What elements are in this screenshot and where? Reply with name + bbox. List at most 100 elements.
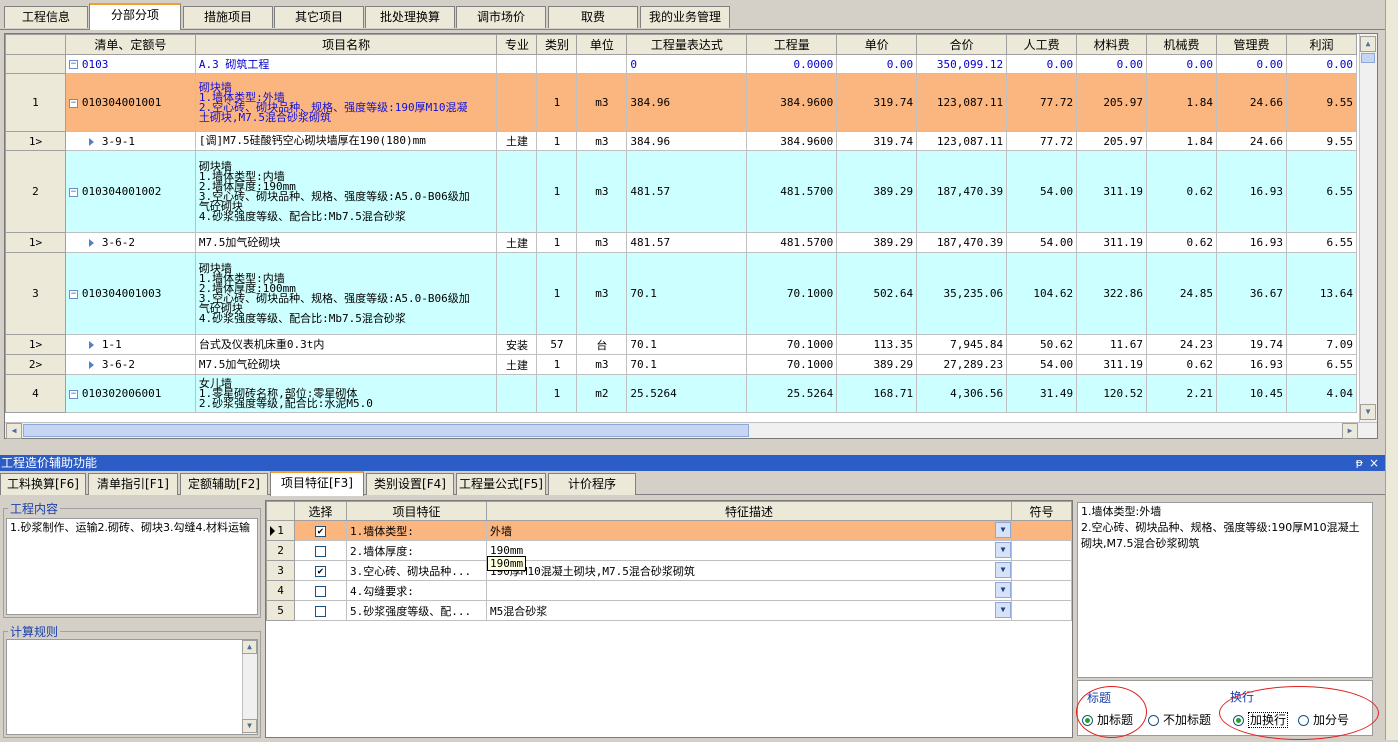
row-expr[interactable]: 0 xyxy=(626,54,748,74)
row-category[interactable]: 1 xyxy=(536,131,578,151)
table-row[interactable]: 1> 1-1 台式及仪表机床重0.3t内 安装 57 台 70.1 70.1000 113.35… xyxy=(5,334,1357,355)
feature-name-cell[interactable]: 5.砂浆强度等级、配... xyxy=(346,600,487,621)
row-expr[interactable]: 70.1 xyxy=(626,334,748,355)
col-header-major[interactable]: 专业 xyxy=(496,34,538,55)
feature-row-header[interactable]: 1 xyxy=(266,520,295,541)
unchecked-checkbox[interactable] xyxy=(315,545,326,557)
row-machine[interactable]: 24.85 xyxy=(1146,252,1218,335)
row-name[interactable]: 砌块墙 1.墙体类型:内墙 2.墙体厚度:190mm 3.空心砖、砌块品种、规格… xyxy=(194,150,498,233)
feature-description-cell[interactable]: 190mm ▼ xyxy=(486,540,1012,561)
table-row[interactable]: 4−010302006001 女儿墙 1.零星砌砖名称,部位:零星砌体 2.砂浆强… xyxy=(5,374,1357,413)
row-unit[interactable]: m2 xyxy=(576,374,628,413)
row-header[interactable] xyxy=(5,54,66,74)
row-material[interactable]: 311.19 xyxy=(1076,232,1148,253)
row-name[interactable]: 女儿墙 1.零星砌砖名称,部位:零星砌体 2.砂浆强度等级,配合比:水泥M5.0 xyxy=(194,374,498,413)
tab-pricing-procedure[interactable]: 计价程序 xyxy=(548,473,636,495)
add-newline-radio[interactable]: 加换行 xyxy=(1233,711,1289,728)
feature-row-header[interactable]: 2 xyxy=(266,540,295,561)
vertical-scrollbar[interactable]: ▲ ▼ xyxy=(1359,34,1377,424)
row-material[interactable]: 311.19 xyxy=(1076,150,1148,233)
scroll-down-icon[interactable]: ▼ xyxy=(1360,404,1376,420)
row-profit[interactable]: 9.55 xyxy=(1285,131,1357,151)
row-mgmt[interactable]: 10.45 xyxy=(1216,374,1287,413)
col-header-material[interactable]: 材料费 xyxy=(1076,34,1148,55)
scroll-left-icon[interactable]: ◀ xyxy=(6,423,22,439)
calc-rule-scroll-up-icon[interactable]: ▲ xyxy=(242,640,257,654)
row-name[interactable]: 砌块墙 1.墙体类型:外墙 2.空心砖、砌块品种、规格、强度等级:190厚M10… xyxy=(194,73,498,132)
row-code[interactable]: 3-9-1 xyxy=(64,131,196,151)
row-labor[interactable]: 31.49 xyxy=(1006,374,1078,413)
dropdown-arrow-icon[interactable]: ▼ xyxy=(995,582,1011,598)
col-header-quantity[interactable]: 工程量 xyxy=(746,34,838,55)
row-machine[interactable]: 2.21 xyxy=(1146,374,1218,413)
tab-batch-conversion[interactable]: 批处理换算 xyxy=(365,6,455,28)
feature-symbol-cell[interactable] xyxy=(1011,580,1072,601)
row-machine[interactable]: 1.84 xyxy=(1146,73,1218,132)
row-total[interactable]: 7,945.84 xyxy=(916,334,1008,355)
feature-description-cell[interactable]: 190厚M10混凝土砌块,M7.5混合砂浆砌筑 ▼ xyxy=(486,560,1012,581)
horizontal-scrollbar[interactable]: ◀ ▶ xyxy=(5,422,1377,439)
collapse-icon[interactable]: − xyxy=(68,289,78,299)
row-header[interactable]: 1> xyxy=(5,131,66,151)
row-profit[interactable]: 9.55 xyxy=(1285,73,1357,132)
row-price[interactable]: 319.74 xyxy=(836,73,918,132)
feature-symbol-cell[interactable] xyxy=(1011,540,1072,561)
calc-rule-text[interactable] xyxy=(6,639,258,735)
row-code[interactable]: 3-6-2 xyxy=(64,232,196,253)
row-machine[interactable]: 1.84 xyxy=(1146,131,1218,151)
row-total[interactable]: 187,470.39 xyxy=(916,150,1008,233)
row-unit[interactable]: m3 xyxy=(576,73,628,132)
table-row[interactable]: 2> 3-6-2 M7.5加气砼砌块 土建 1 m3 70.1 70.1000 389.29 27… xyxy=(5,354,1357,375)
row-machine[interactable]: 0.62 xyxy=(1146,232,1218,253)
row-price[interactable]: 389.29 xyxy=(836,232,918,253)
expand-arrow-icon[interactable] xyxy=(88,341,94,349)
row-profit[interactable]: 6.55 xyxy=(1285,354,1357,375)
col-header-code[interactable]: 清单、定额号 xyxy=(64,34,196,55)
row-labor[interactable]: 50.62 xyxy=(1006,334,1078,355)
row-total[interactable]: 350,099.12 xyxy=(916,54,1008,74)
row-labor[interactable]: 77.72 xyxy=(1006,131,1078,151)
row-qty[interactable]: 0.0000 xyxy=(746,54,838,74)
feature-symbol-cell[interactable] xyxy=(1011,600,1072,621)
work-content-text[interactable]: 1.砂浆制作、运输2.砌砖、砌块3.勾缝4.材料运输 xyxy=(6,518,258,615)
horizontal-scroll-thumb[interactable] xyxy=(23,424,749,437)
row-labor[interactable]: 0.00 xyxy=(1006,54,1078,74)
scroll-up-icon[interactable]: ▲ xyxy=(1360,36,1376,52)
row-material[interactable]: 322.86 xyxy=(1076,252,1148,335)
row-category[interactable]: 1 xyxy=(536,73,578,132)
feature-col-feature[interactable]: 项目特征 xyxy=(346,501,487,521)
feature-symbol-cell[interactable] xyxy=(1011,520,1072,541)
dropdown-arrow-icon[interactable]: ▼ xyxy=(995,562,1011,578)
row-machine[interactable]: 24.23 xyxy=(1146,334,1218,355)
no-title-radio[interactable]: 不加标题 xyxy=(1148,711,1211,728)
feature-select-cell[interactable]: ✔ xyxy=(294,520,347,541)
row-mgmt[interactable]: 16.93 xyxy=(1216,354,1287,375)
row-total[interactable]: 4,306.56 xyxy=(916,374,1008,413)
feature-col-select[interactable]: 选择 xyxy=(294,501,347,521)
row-material[interactable]: 205.97 xyxy=(1076,131,1148,151)
row-code[interactable]: −0103 xyxy=(64,54,196,74)
row-major[interactable] xyxy=(496,150,538,233)
feature-select-cell[interactable] xyxy=(294,540,347,561)
row-name[interactable]: A.3 砌筑工程 xyxy=(194,54,498,74)
row-price[interactable]: 168.71 xyxy=(836,374,918,413)
row-labor[interactable]: 54.00 xyxy=(1006,354,1078,375)
row-profit[interactable]: 0.00 xyxy=(1285,54,1357,74)
feature-row[interactable]: 3 ✔ 3.空心砖、砌块品种... 190厚M10混凝土砌块,M7.5混合砂浆砌筑 ▼ xyxy=(266,560,1072,581)
row-unit[interactable]: m3 xyxy=(576,252,628,335)
table-row[interactable]: 2−010304001002 砌块墙 1.墙体类型:内墙 2.墙体厚度:190mm… xyxy=(5,150,1357,233)
row-category[interactable]: 1 xyxy=(536,232,578,253)
row-qty[interactable]: 70.1000 xyxy=(746,354,838,375)
row-labor[interactable]: 77.72 xyxy=(1006,73,1078,132)
row-expr[interactable]: 481.57 xyxy=(626,232,748,253)
row-mgmt[interactable]: 24.66 xyxy=(1216,73,1287,132)
dropdown-arrow-icon[interactable]: ▼ xyxy=(995,542,1011,558)
add-newline-radio-icon[interactable] xyxy=(1233,715,1244,726)
calc-rule-scroll-down-icon[interactable]: ▼ xyxy=(242,719,257,733)
row-material[interactable]: 0.00 xyxy=(1076,54,1148,74)
feature-row-header[interactable]: 5 xyxy=(266,600,295,621)
row-qty[interactable]: 70.1000 xyxy=(746,252,838,335)
tab-labor-material-conversion[interactable]: 工料换算[F6] xyxy=(0,473,86,495)
row-profit[interactable]: 7.09 xyxy=(1285,334,1357,355)
row-price[interactable]: 389.29 xyxy=(836,354,918,375)
